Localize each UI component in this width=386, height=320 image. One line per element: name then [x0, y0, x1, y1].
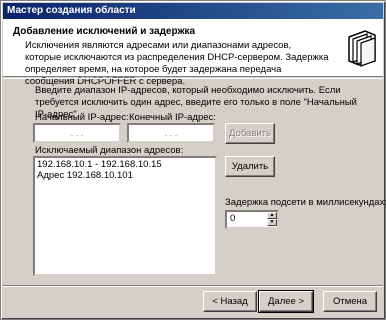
- delay-spin-buttons[interactable]: ▲ ▼: [267, 212, 277, 227]
- end-ip-input[interactable]: . . .: [127, 123, 215, 143]
- delay-spinner[interactable]: 0 ▲ ▼: [225, 210, 279, 229]
- list-item[interactable]: Адрес 192.168.10.101: [37, 170, 213, 181]
- next-button[interactable]: Далее >: [258, 290, 314, 313]
- list-item[interactable]: 192.168.10.1 - 192.168.10.15: [37, 159, 213, 170]
- remove-button[interactable]: Удалить: [225, 156, 275, 177]
- header-divider: [3, 78, 383, 79]
- spin-up-icon[interactable]: ▲: [267, 212, 277, 219]
- end-ip-dots: . . .: [164, 128, 178, 138]
- start-ip-dots: . . .: [70, 128, 84, 138]
- header-description: Исключения являются адресами или диапазо…: [25, 40, 329, 87]
- excluded-label: Исключаемый диапазон адресов:: [35, 145, 184, 156]
- cancel-button[interactable]: Отмена: [323, 291, 377, 312]
- start-ip-label: Начальный IP-адрес:: [35, 112, 129, 123]
- delay-label: Задержка подсети в миллисекундах:: [225, 197, 386, 208]
- end-ip-label: Конечный IP-адрес:: [129, 112, 216, 123]
- window-title: Мастер создания области: [3, 3, 383, 19]
- wizard-window: Мастер создания области Добавление исклю…: [0, 0, 386, 320]
- header-panel: Добавление исключений и задержка Исключе…: [3, 19, 383, 87]
- folders-icon: [345, 27, 379, 67]
- back-button[interactable]: < Назад: [203, 291, 257, 312]
- header-title: Добавление исключений и задержка: [13, 26, 196, 37]
- add-button[interactable]: Добавить: [225, 123, 275, 144]
- start-ip-input[interactable]: . . .: [33, 123, 121, 143]
- spin-down-icon[interactable]: ▼: [267, 219, 277, 226]
- footer-divider: [3, 285, 383, 287]
- excluded-list[interactable]: 192.168.10.1 - 192.168.10.15 Адрес 192.1…: [33, 156, 217, 276]
- delay-value[interactable]: 0: [230, 213, 235, 224]
